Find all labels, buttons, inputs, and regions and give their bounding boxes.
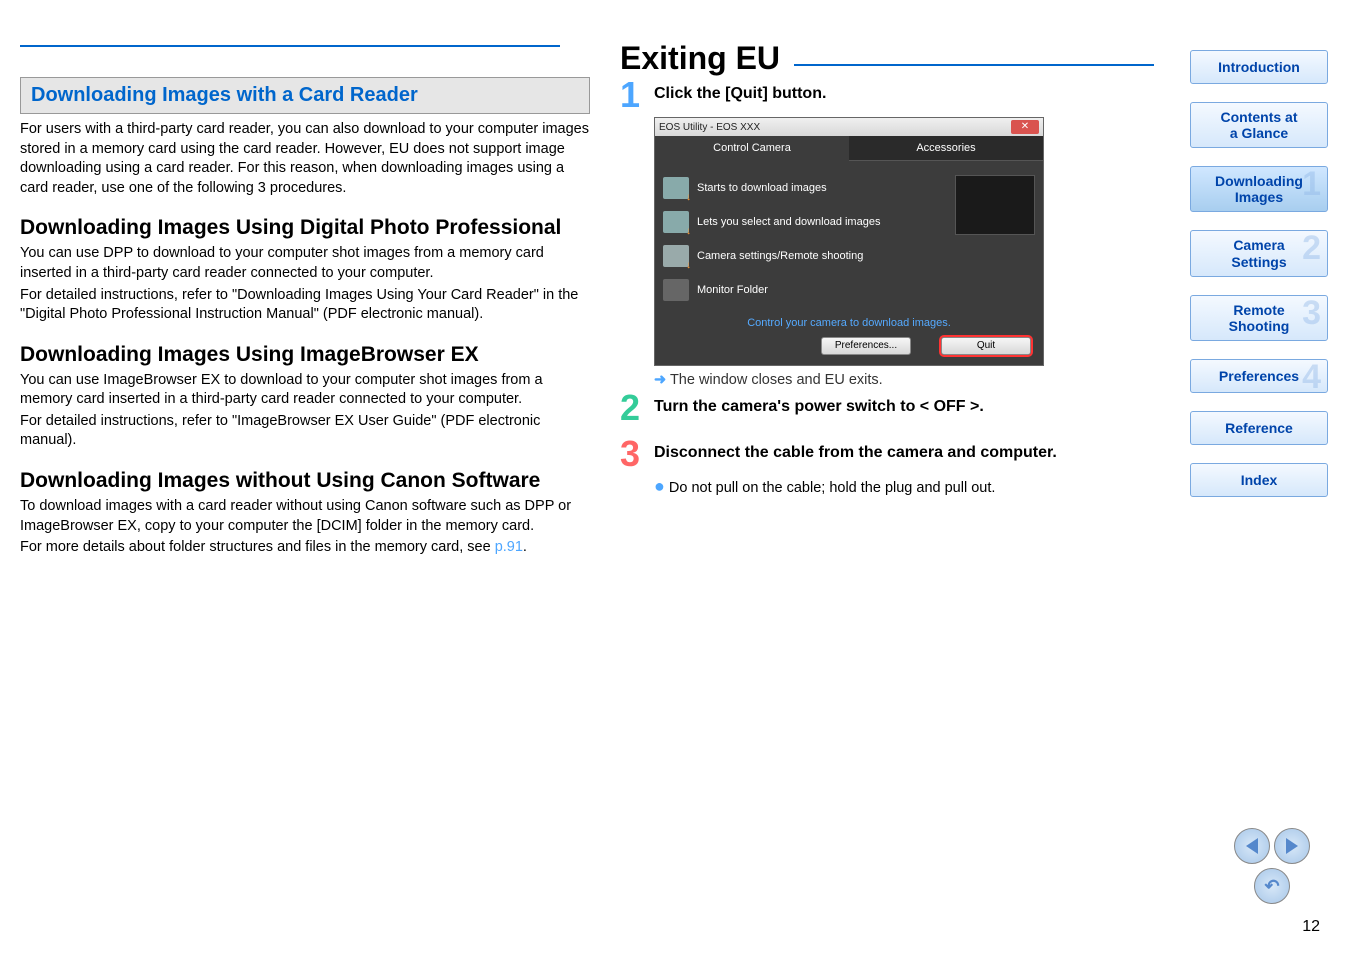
- window-closes-text: The window closes and EU exits.: [670, 372, 883, 388]
- step-3-sub-text: Do not pull on the cable; hold the plug …: [669, 480, 996, 496]
- sidebar-nav: Introduction Contents at a Glance 1 Down…: [1190, 50, 1330, 515]
- nocanon-heading: Downloading Images without Using Canon S…: [20, 469, 590, 493]
- nav-remote-shooting[interactable]: 3 Remote Shooting: [1190, 295, 1328, 341]
- nocanon-text-2: For more details about folder structures…: [20, 538, 590, 558]
- exiting-eu-title: Exiting EU: [620, 40, 780, 77]
- step-2-text: Turn the camera's power switch to < OFF …: [654, 390, 1170, 416]
- row-download-label: Starts to download images: [697, 182, 827, 194]
- step-3-number: 3: [620, 436, 654, 472]
- nav-pref-label: Preferences: [1219, 368, 1299, 384]
- nav-contents-l1: Contents at: [1221, 109, 1298, 125]
- nocanon-suffix: .: [523, 539, 527, 555]
- nocanon-prefix: For more details about folder structures…: [20, 539, 495, 555]
- monitor-folder-icon: [663, 279, 689, 301]
- nav-contents-l2: a Glance: [1230, 125, 1288, 141]
- nav-dl-l2: Images: [1235, 189, 1283, 205]
- dpp-heading: Downloading Images Using Digital Photo P…: [20, 216, 590, 240]
- nav-cam-l2: Settings: [1231, 254, 1286, 270]
- step-3-text: Disconnect the cable from the camera and…: [654, 436, 1170, 462]
- row-camera-settings[interactable]: Camera settings/Remote shooting: [663, 239, 949, 273]
- monitor-thumbnail: [955, 175, 1035, 235]
- status-text: Control your camera to download images.: [655, 313, 1043, 333]
- nav-contents[interactable]: Contents at a Glance: [1190, 102, 1328, 148]
- chevron-left-icon: [1246, 838, 1258, 854]
- nocanon-text-1: To download images with a card reader wi…: [20, 497, 590, 536]
- title-rule: [794, 64, 1154, 66]
- page-number: 12: [1302, 918, 1320, 936]
- ghost-3: 3: [1302, 294, 1321, 333]
- result-text: ➜ The window closes and EU exits.: [654, 372, 1170, 388]
- prev-page-button[interactable]: [1234, 828, 1270, 864]
- nav-reference[interactable]: Reference: [1190, 411, 1328, 445]
- ibex-text-2: For detailed instructions, refer to "Ima…: [20, 412, 590, 451]
- tab-accessories[interactable]: Accessories: [849, 136, 1043, 161]
- back-button[interactable]: ↶: [1254, 868, 1290, 904]
- step-1-number: 1: [620, 77, 654, 113]
- camera-settings-icon: [663, 245, 689, 267]
- step-2-number: 2: [620, 390, 654, 426]
- row-select-download[interactable]: Lets you select and download images: [663, 205, 949, 239]
- nav-rem-l1: Remote: [1233, 302, 1284, 318]
- page-link-91[interactable]: p.91: [495, 539, 523, 555]
- nav-preferences[interactable]: 4 Preferences: [1190, 359, 1328, 393]
- eos-utility-screenshot: EOS Utility - EOS XXX ✕ Control Camera A…: [654, 117, 1044, 366]
- row-download[interactable]: Starts to download images: [663, 171, 949, 205]
- nav-dl-l1: Downloading: [1215, 173, 1303, 189]
- preferences-button[interactable]: Preferences...: [821, 337, 911, 355]
- page-nav: ↶: [1234, 828, 1310, 904]
- chevron-right-icon: [1286, 838, 1298, 854]
- bullet-icon: ●: [654, 476, 665, 496]
- close-icon[interactable]: ✕: [1011, 120, 1039, 134]
- left-rule: [20, 45, 560, 47]
- row-select-download-label: Lets you select and download images: [697, 216, 880, 228]
- arrow-icon: ➜: [654, 372, 666, 388]
- nav-downloading[interactable]: 1 Downloading Images: [1190, 166, 1328, 212]
- select-download-icon: [663, 211, 689, 233]
- nav-camera-settings[interactable]: 2 Camera Settings: [1190, 230, 1328, 276]
- nav-cam-l1: Camera: [1233, 237, 1284, 253]
- card-reader-heading: Downloading Images with a Card Reader: [20, 77, 590, 114]
- nav-rem-l2: Shooting: [1229, 318, 1290, 334]
- ibex-text-1: You can use ImageBrowser EX to download …: [20, 371, 590, 410]
- ghost-1: 1: [1302, 165, 1321, 204]
- next-page-button[interactable]: [1274, 828, 1310, 864]
- intro-text: For users with a third-party card reader…: [20, 120, 590, 198]
- dpp-text-1: You can use DPP to download to your comp…: [20, 244, 590, 283]
- dpp-text-2: For detailed instructions, refer to "Dow…: [20, 286, 590, 325]
- ibex-heading: Downloading Images Using ImageBrowser EX: [20, 343, 590, 367]
- row-monitor-folder-label: Monitor Folder: [697, 284, 768, 296]
- row-camera-settings-label: Camera settings/Remote shooting: [697, 250, 863, 262]
- window-title: EOS Utility - EOS XXX: [659, 122, 760, 133]
- nav-index[interactable]: Index: [1190, 463, 1328, 497]
- nav-introduction[interactable]: Introduction: [1190, 50, 1328, 84]
- step-1-text: Click the [Quit] button.: [654, 77, 1170, 103]
- quit-button[interactable]: Quit: [941, 337, 1031, 355]
- ghost-4: 4: [1302, 358, 1321, 397]
- step-3-sub: ● Do not pull on the cable; hold the plu…: [654, 476, 1170, 497]
- tab-control-camera[interactable]: Control Camera: [655, 136, 849, 161]
- download-icon: [663, 177, 689, 199]
- undo-icon: ↶: [1264, 876, 1279, 897]
- ghost-2: 2: [1302, 229, 1321, 268]
- row-monitor-folder[interactable]: Monitor Folder: [663, 273, 949, 307]
